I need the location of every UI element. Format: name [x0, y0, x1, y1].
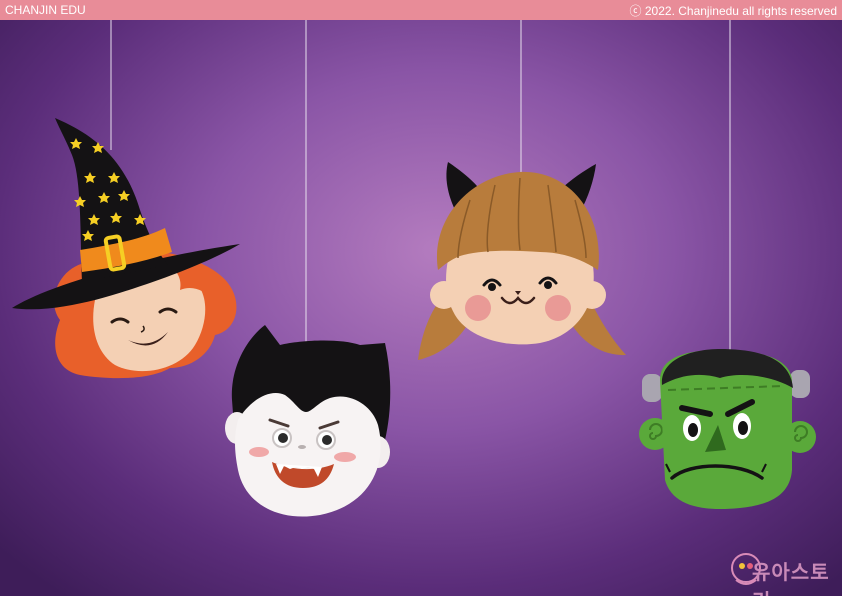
witch-mask: [12, 118, 240, 379]
frankenstein-mask: [639, 348, 816, 510]
halloween-illustration: CHANJIN EDU ⓒ 2022. Chanjinedu all right…: [0, 0, 842, 596]
cat-girl-mask: [418, 162, 626, 360]
header-banner: CHANJIN EDU ⓒ 2022. Chanjinedu all right…: [0, 0, 842, 20]
watermark-text: 유아스토리: [752, 562, 830, 596]
copyright-label: ⓒ 2022. Chanjinedu all rights reserved: [629, 3, 837, 18]
brand-label: CHANJIN EDU: [5, 3, 86, 17]
hanging-masks-scene: [12, 20, 816, 517]
vampire-mask: [225, 325, 391, 517]
